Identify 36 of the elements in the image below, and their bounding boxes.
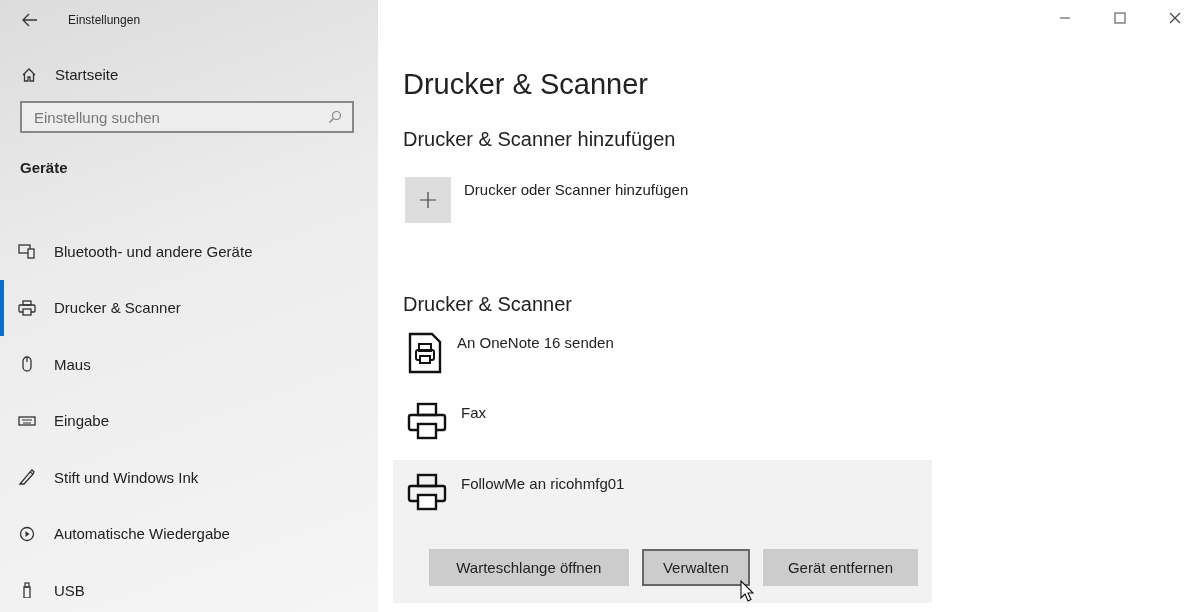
action-button[interactable]: Warteschlange öffnen: [429, 549, 629, 586]
close-icon[interactable]: [1169, 12, 1181, 24]
nav-item[interactable]: Automatische Wiedergabe: [0, 505, 378, 562]
page-title: Drucker & Scanner: [403, 68, 649, 101]
document-printer-icon: [407, 332, 443, 374]
home-icon: [21, 66, 37, 83]
section-heading: Geräte: [20, 159, 69, 176]
subheading: Drucker & Scanner: [403, 293, 573, 316]
search-icon: [328, 110, 342, 124]
subheading: Drucker & Scanner hinzufügen: [403, 128, 677, 151]
printer-name: FollowMe an ricohmfg01: [461, 475, 625, 492]
nav-item[interactable]: USB: [0, 562, 378, 612]
home-link[interactable]: Startseite: [55, 66, 119, 83]
action-button[interactable]: Verwalten: [641, 549, 750, 586]
autoplay-icon: [18, 525, 36, 542]
nav-item[interactable]: Bluetooth- und andere Geräte: [0, 223, 378, 280]
pen-icon: [18, 469, 36, 486]
nav-item[interactable]: Maus: [0, 336, 378, 393]
nav-item[interactable]: Eingabe: [0, 392, 378, 449]
devices-icon: [18, 243, 36, 260]
add-printer-label[interactable]: Drucker oder Scanner hinzufügen: [464, 181, 689, 198]
nav-item[interactable]: Stift und Windows Ink: [0, 449, 378, 506]
window-title: Einstellungen: [68, 13, 141, 27]
printer-name: An OneNote 16 senden: [457, 334, 614, 351]
back-arrow-icon[interactable]: [22, 13, 38, 27]
printer-item[interactable]: An OneNote 16 senden: [393, 324, 932, 394]
plus-icon: [419, 191, 437, 209]
printer-icon: [18, 299, 36, 316]
maximize-icon[interactable]: [1114, 12, 1126, 24]
printer-name: Fax: [461, 404, 486, 421]
printer-icon: [407, 473, 447, 511]
printer-icon: [407, 402, 447, 440]
printer-item-panel[interactable]: FollowMe an ricohmfg01 Warteschlange öffnen Verwalten Gerät entfernen: [393, 460, 932, 603]
cursor-icon: [740, 580, 754, 602]
search-field[interactable]: Einstellung suchen: [20, 101, 354, 133]
action-button[interactable]: Gerät entfernen: [763, 549, 918, 586]
